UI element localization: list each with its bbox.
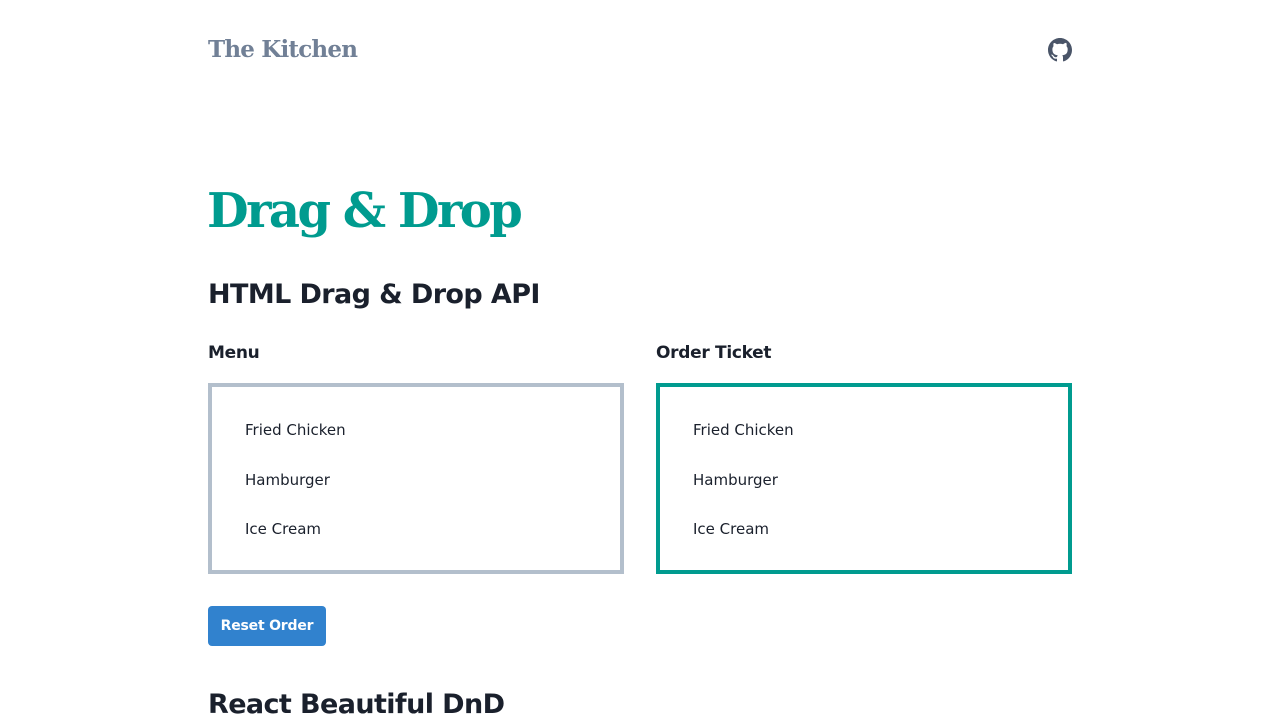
order-ticket-dropzone[interactable]: Fried Chicken Hamburger Ice Cream bbox=[656, 383, 1072, 574]
ticket-item-ice-cream[interactable]: Ice Cream bbox=[693, 519, 769, 539]
menu-list[interactable]: Fried Chicken Hamburger Ice Cream bbox=[208, 383, 624, 574]
ticket-item-fried-chicken[interactable]: Fried Chicken bbox=[693, 420, 794, 440]
section-heading-react-dnd: React Beautiful DnD bbox=[208, 689, 505, 720]
reset-order-button[interactable]: Reset Order bbox=[208, 606, 326, 646]
menu-item-fried-chicken[interactable]: Fried Chicken bbox=[245, 420, 346, 440]
menu-item-hamburger[interactable]: Hamburger bbox=[245, 470, 330, 490]
github-link[interactable] bbox=[1048, 38, 1072, 62]
github-icon bbox=[1048, 38, 1072, 62]
page-title: Drag & Drop bbox=[207, 183, 523, 239]
menu-label: Menu bbox=[208, 343, 260, 363]
order-ticket-label: Order Ticket bbox=[656, 343, 772, 363]
ticket-item-hamburger[interactable]: Hamburger bbox=[693, 470, 778, 490]
section-heading-html-dnd: HTML Drag & Drop API bbox=[208, 279, 540, 310]
site-title[interactable]: The Kitchen bbox=[208, 34, 358, 66]
menu-item-ice-cream[interactable]: Ice Cream bbox=[245, 519, 321, 539]
